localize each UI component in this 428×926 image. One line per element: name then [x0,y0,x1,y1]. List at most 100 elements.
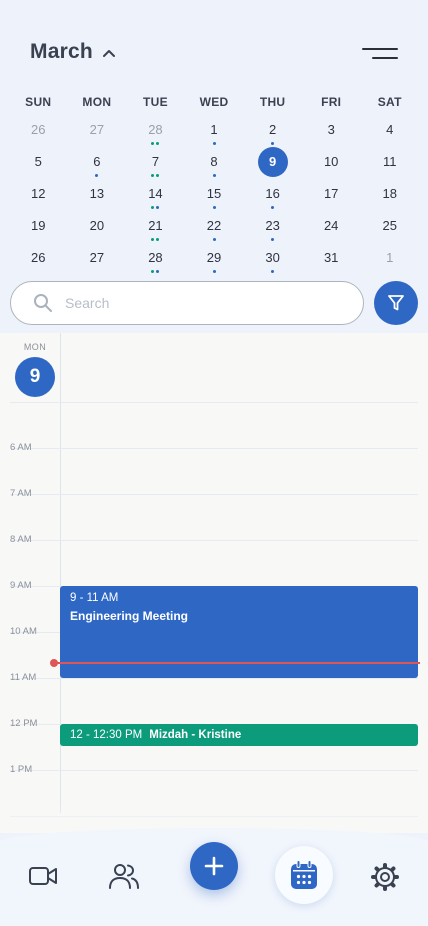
day-number-text: 25 [382,218,397,233]
event-dot [212,142,216,145]
calendar-day[interactable]: 3 [302,114,361,146]
weekday-label: FRI [321,95,342,109]
event-engineering-meeting[interactable]: 9 - 11 AM Engineering Meeting [60,586,418,678]
calendar-day[interactable]: 9 [243,146,302,178]
hour-label: 9 AM [10,580,32,591]
selected-weekday: MON [23,342,47,352]
nav-video-button[interactable] [26,862,60,890]
calendar-day[interactable]: 4 [360,114,419,146]
calendar-day[interactable]: 15 [185,178,244,210]
event-dot [95,174,99,177]
weekday-label: TUE [142,95,168,109]
hour-label: 6 AM [10,442,32,453]
calendar-day[interactable]: 23 [243,210,302,242]
nav-settings-button[interactable] [368,860,402,894]
calendar-day[interactable]: 1 [185,114,244,146]
hour-label: 8 AM [10,534,32,545]
calendar-day[interactable]: 30 [243,242,302,274]
calendar-day[interactable]: 18 [360,178,419,210]
day-number: 22 [185,210,244,236]
calendar-day[interactable]: 25 [360,210,419,242]
calendar-day[interactable]: 28 [126,114,185,146]
calendar-day[interactable]: 22 [185,210,244,242]
weekday-label: THU [259,95,286,109]
day-number-text: 14 [148,186,163,201]
calendar-grid: 26 27 28 1 2 3 4 5 6 7 8 9 10 11 12 13 14 15 16 17 18 19 20 21 2… [9,114,419,274]
selected-date[interactable]: 9 [15,357,55,397]
day-number: 28 [126,242,185,268]
day-number-text: 26 [31,122,46,137]
calendar-day[interactable]: 28 [126,242,185,274]
day-number-text: 28 [148,122,163,137]
calendar-day[interactable]: 8 [185,146,244,178]
day-number-text: 3 [327,122,335,137]
calendar-day[interactable]: 10 [302,146,361,178]
search-input[interactable] [65,295,325,311]
day-number-text: 12 [31,186,46,201]
calendar-day[interactable]: 27 [68,242,127,274]
day-number-text: 15 [206,186,222,201]
menu-icon[interactable] [362,46,398,62]
event-dot [212,206,216,209]
calendar-week: 5 6 7 8 9 10 11 [9,146,419,178]
weekday-label: SAT [377,95,402,109]
selected-day: 9 [243,146,302,177]
day-number: 3 [302,114,361,140]
calendar-day[interactable]: 24 [302,210,361,242]
hour-label: 1 PM [10,764,33,775]
month-title: March [30,40,93,63]
grid-line [10,402,418,403]
day-number-text: 1 [386,250,394,265]
day-timeline: MON 9 6 AM 7 AM 8 AM 9 AM 10 AM 11 AM 12… [0,333,428,833]
day-number: 8 [185,146,244,172]
grid-line [10,448,418,449]
calendar-day[interactable]: 6 [68,146,127,178]
nav-calendar-button[interactable] [275,846,333,904]
hour-label: 10 AM [10,626,37,637]
calendar-week: 12 13 14 15 16 17 18 [9,178,419,210]
event-title: Engineering Meeting [70,609,189,623]
calendar-day[interactable]: 5 [9,146,68,178]
calendar-day[interactable]: 13 [68,178,127,210]
calendar-day[interactable]: 7 [126,146,185,178]
calendar-day[interactable]: 14 [126,178,185,210]
calendar-day[interactable]: 26 [9,114,68,146]
month-selector[interactable]: March [30,40,115,64]
current-time-line [55,662,420,664]
calendar-day[interactable]: 2 [243,114,302,146]
search-box[interactable] [10,281,364,325]
day-number: 27 [68,242,127,268]
calendar-day[interactable]: 20 [68,210,127,242]
calendar-day[interactable]: 26 [9,242,68,274]
day-number-text: 31 [323,250,339,265]
calendar-day[interactable]: 17 [302,178,361,210]
day-number-text: 23 [265,218,280,233]
day-number-text: 4 [386,122,394,137]
day-number-text: 16 [265,186,280,201]
calendar-day[interactable]: 21 [126,210,185,242]
day-number-text: 28 [148,250,163,265]
calendar-day[interactable]: 16 [243,178,302,210]
calendar-day[interactable]: 19 [9,210,68,242]
calendar-day[interactable]: 1 [360,242,419,274]
event-dot [151,270,155,273]
event-mizdah-kristine[interactable]: 12 - 12:30 PM Mizdah - Kristine [60,724,418,746]
event-dot [212,270,216,273]
nav-people-button[interactable] [106,860,142,892]
bottom-navigation [0,828,428,926]
event-time: 12 - 12:30 PM [70,729,143,741]
calendar-day[interactable]: 27 [68,114,127,146]
calendar-day[interactable]: 29 [185,242,244,274]
day-number-text: 27 [89,122,105,137]
day-number-text: 18 [382,186,397,201]
calendar-day[interactable]: 31 [302,242,361,274]
calendar-day[interactable]: 12 [9,178,68,210]
day-number: 15 [185,178,244,204]
calendar-day[interactable]: 11 [360,146,419,178]
add-event-button[interactable] [190,842,238,890]
filter-button[interactable] [374,281,418,325]
day-number-text: 11 [383,154,397,169]
day-number-text: 21 [148,218,163,233]
event-dot [156,174,160,177]
day-number: 23 [243,210,302,236]
